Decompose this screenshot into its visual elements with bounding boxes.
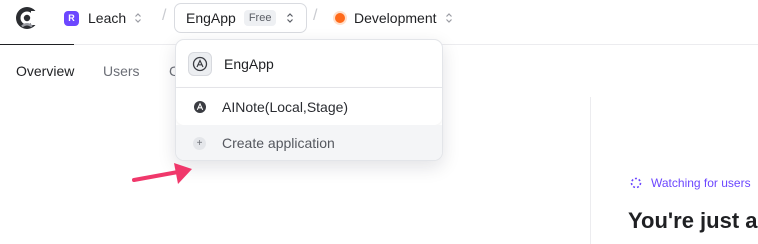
dropdown-item-current-app[interactable]: EngApp — [176, 40, 442, 88]
environment-name: Development — [354, 10, 437, 26]
plus-icon: + — [193, 136, 206, 150]
environment-status-dot — [335, 13, 345, 23]
chevron-up-down-icon — [445, 13, 452, 23]
loading-spinner-icon — [630, 177, 642, 189]
breadcrumb-separator: / — [162, 7, 167, 24]
onboarding-headline: You're just a — [628, 208, 758, 233]
app-icon — [192, 56, 208, 71]
organization-avatar: R — [64, 10, 79, 26]
application-switcher[interactable]: EngApp Free — [174, 3, 307, 33]
panel-divider — [590, 97, 591, 244]
tab-overview[interactable]: Overview — [16, 63, 74, 79]
dropdown-item-app[interactable]: AINote(Local,Stage) — [176, 88, 442, 125]
create-application-button[interactable]: + Create application — [176, 125, 442, 160]
chevron-up-down-icon — [287, 13, 294, 23]
application-name: EngApp — [186, 10, 236, 26]
current-app-name: EngApp — [224, 55, 274, 72]
organization-name: Leach — [88, 10, 127, 26]
app-name: AINote(Local,Stage) — [222, 98, 349, 115]
breadcrumb-separator: / — [313, 7, 318, 24]
create-application-label: Create application — [222, 135, 335, 151]
top-bar: R Leach / EngApp Free / Development — [0, 0, 758, 36]
tab-users[interactable]: Users — [103, 63, 140, 79]
clerk-logo-icon[interactable] — [15, 6, 39, 30]
app-icon-box — [188, 51, 212, 76]
organization-switcher[interactable]: R Leach — [64, 5, 142, 31]
watching-status: Watching for users — [630, 176, 751, 190]
chevron-up-down-icon — [135, 13, 142, 23]
active-tab-indicator — [0, 44, 74, 45]
app-icon — [194, 100, 206, 113]
plan-badge: Free — [243, 10, 277, 26]
environment-switcher[interactable]: Development — [335, 5, 453, 31]
application-dropdown-menu: EngApp AINote(Local,Stage) + Create appl… — [175, 39, 443, 161]
watching-status-text: Watching for users — [651, 176, 751, 190]
annotation-arrow-icon — [132, 163, 192, 184]
